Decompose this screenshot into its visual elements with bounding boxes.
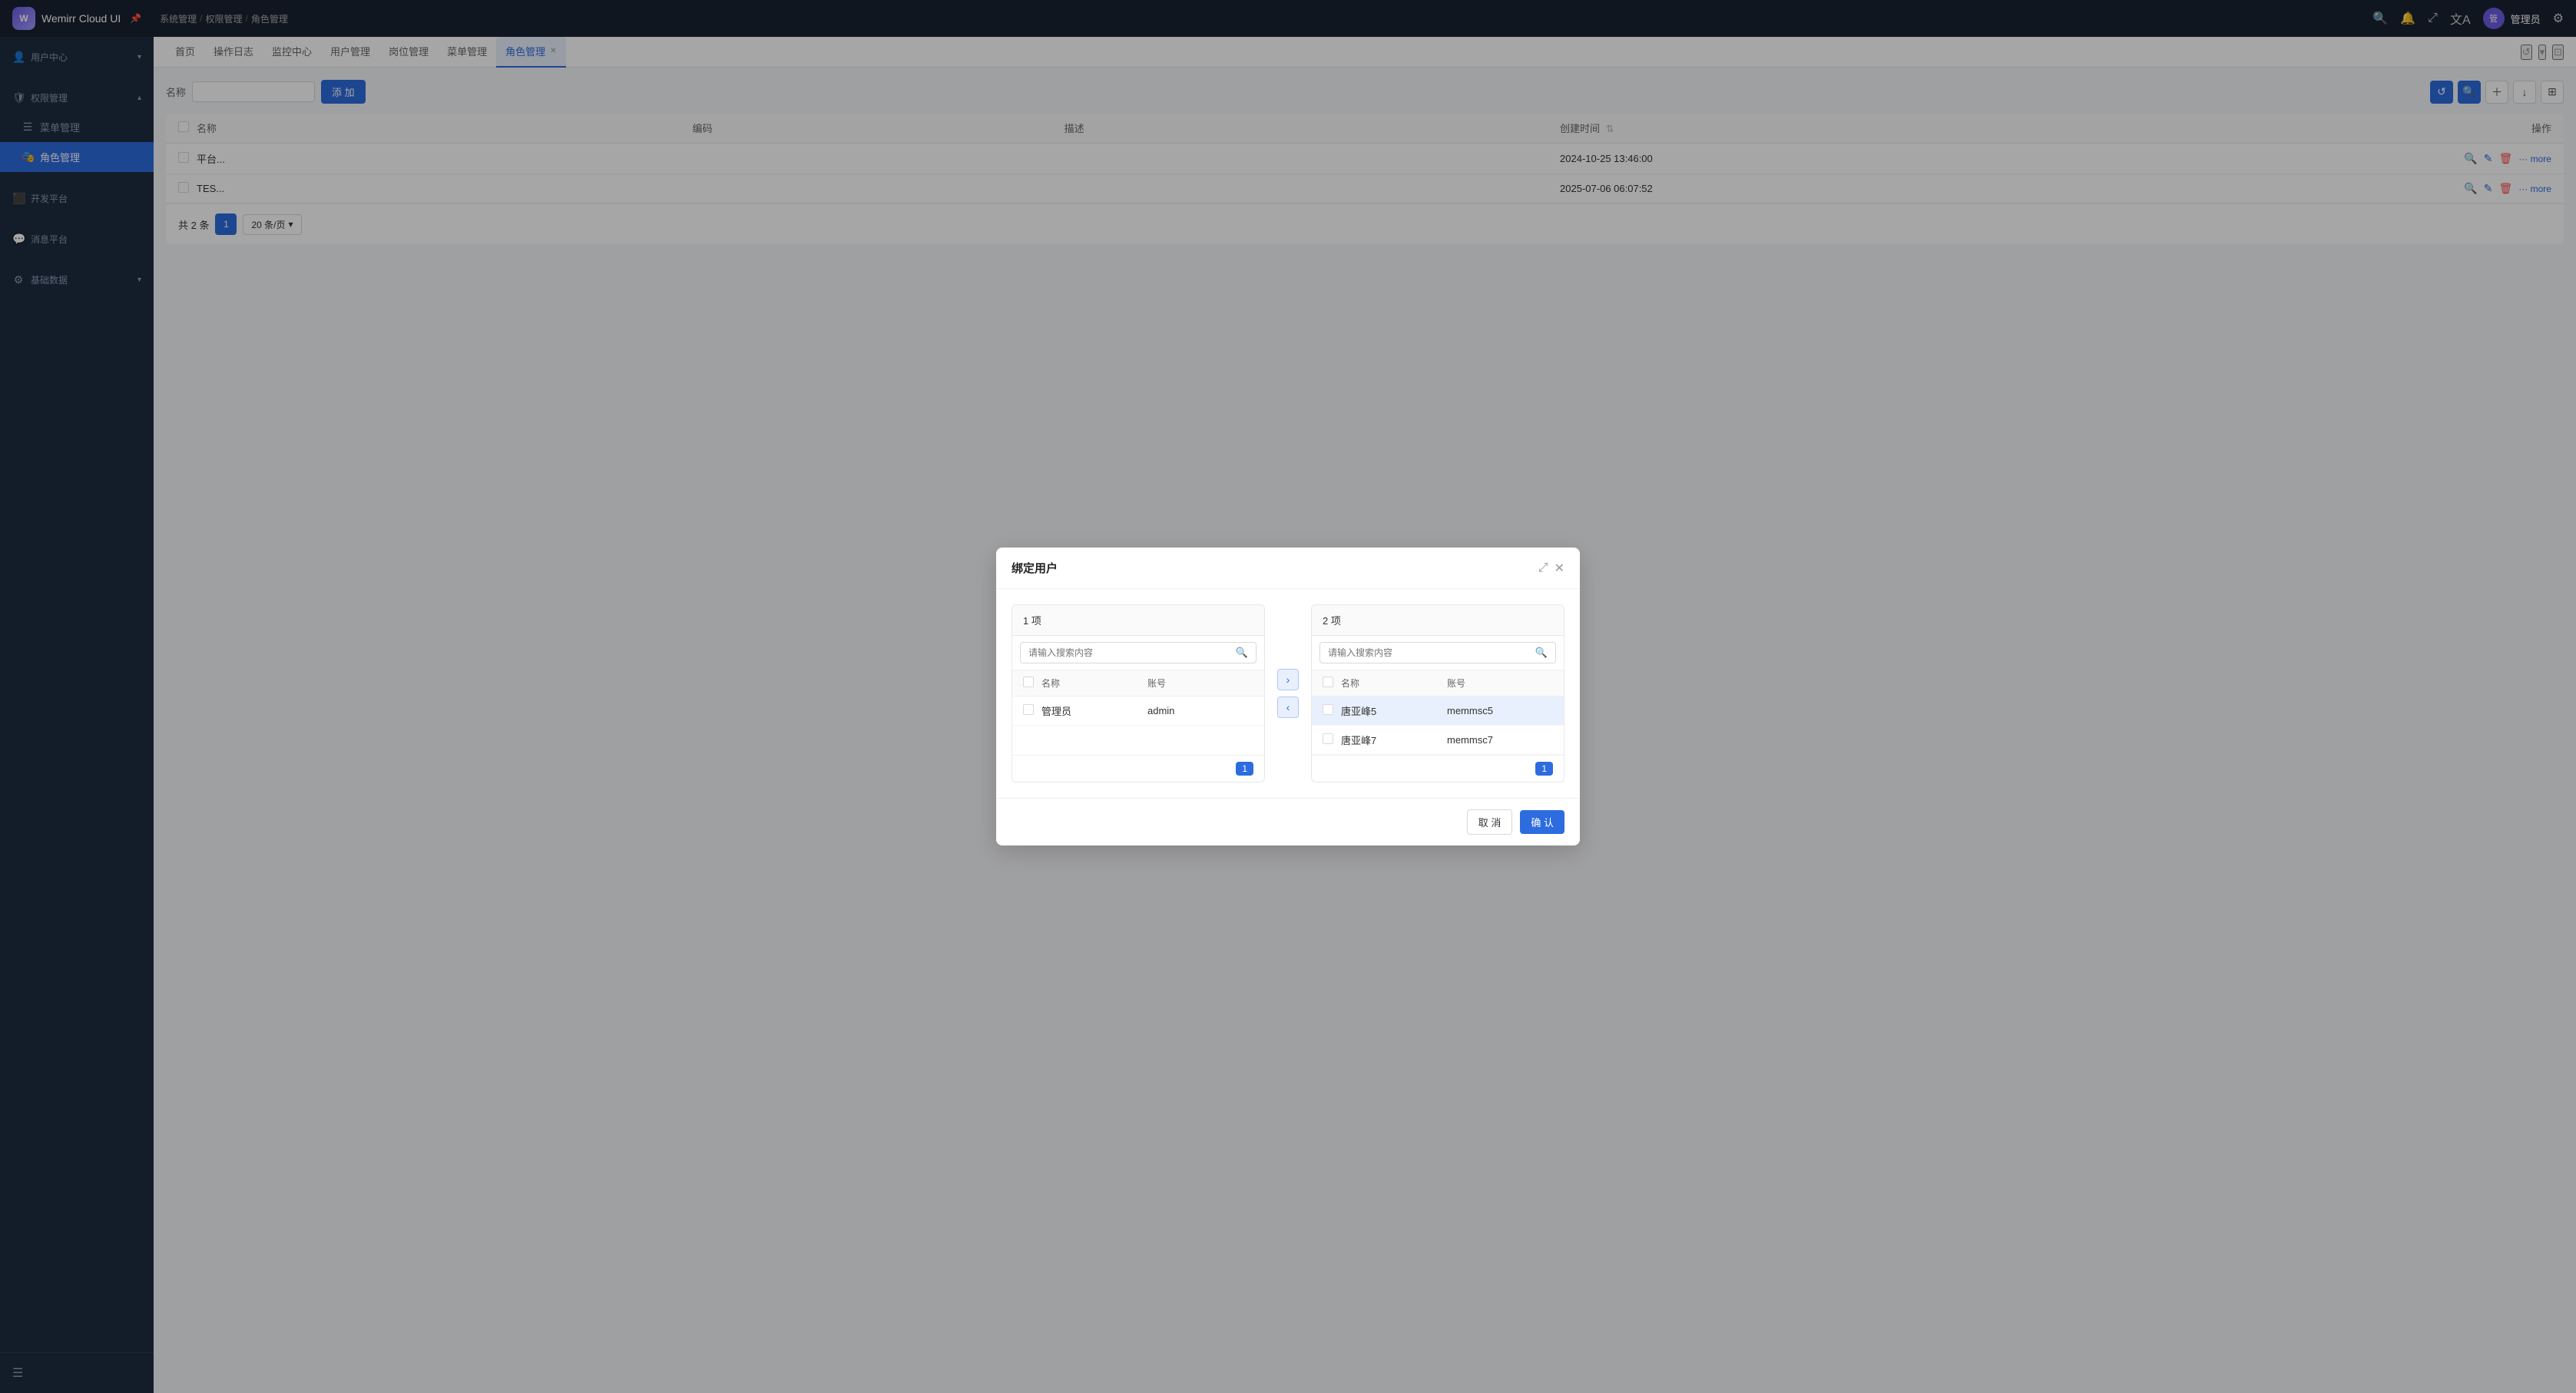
right-search-wrap: 🔍 — [1319, 642, 1556, 663]
right-row2-checkbox[interactable] — [1323, 733, 1333, 744]
left-panel-search: 🔍 — [1012, 636, 1264, 670]
bind-user-modal: 绑定用户 ⤢ ✕ 1 项 🔍 — [996, 548, 1580, 845]
cancel-button[interactable]: 取 消 — [1467, 809, 1513, 835]
right-row-2: 唐亚峰7 memmsc7 — [1312, 726, 1564, 755]
modal-footer: 取 消 确 认 — [996, 798, 1580, 845]
left-row-1: 管理员 admin — [1012, 696, 1264, 726]
right-count-label: 2 项 — [1323, 615, 1341, 627]
modal-body: 1 项 🔍 名称 账号 管理员 — [996, 589, 1580, 798]
right-row1-checkbox[interactable] — [1323, 704, 1333, 715]
transfer-right-panel: 2 项 🔍 名称 账号 唐亚峰5 — [1311, 604, 1564, 783]
modal-header-actions: ⤢ ✕ — [1538, 561, 1564, 576]
modal-title: 绑定用户 — [1012, 560, 1058, 576]
left-row1-account: admin — [1147, 705, 1253, 716]
left-count-label: 1 项 — [1023, 615, 1041, 627]
right-search-input[interactable] — [1328, 647, 1531, 658]
modal-overlay[interactable]: 绑定用户 ⤢ ✕ 1 项 🔍 — [0, 0, 2576, 1393]
right-select-all[interactable] — [1323, 677, 1333, 687]
transfer-panels: 1 项 🔍 名称 账号 管理员 — [1012, 604, 1564, 783]
right-panel-header: 2 项 — [1312, 605, 1564, 636]
right-table-header: 名称 账号 — [1312, 670, 1564, 696]
right-row2-name: 唐亚峰7 — [1341, 733, 1447, 747]
confirm-button[interactable]: 确 认 — [1520, 810, 1564, 834]
transfer-controls: › ‹ — [1277, 604, 1299, 783]
transfer-right-button[interactable]: › — [1277, 669, 1299, 690]
left-panel-footer: 1 — [1012, 755, 1264, 782]
left-col-account: 账号 — [1147, 677, 1253, 690]
right-search-icon: 🔍 — [1535, 647, 1548, 659]
left-search-wrap: 🔍 — [1020, 642, 1257, 663]
right-row-1: 唐亚峰5 memmsc5 — [1312, 696, 1564, 726]
left-table-header: 名称 账号 — [1012, 670, 1264, 696]
modal-header: 绑定用户 ⤢ ✕ — [996, 548, 1580, 589]
right-col-name: 名称 — [1341, 677, 1447, 690]
modal-expand-button[interactable]: ⤢ — [1538, 561, 1548, 576]
left-col-name: 名称 — [1041, 677, 1147, 690]
left-page-badge[interactable]: 1 — [1236, 762, 1253, 776]
right-panel-footer: 1 — [1312, 755, 1564, 782]
right-row1-account: memmsc5 — [1447, 705, 1553, 716]
left-row1-checkbox[interactable] — [1023, 704, 1034, 715]
right-row2-account: memmsc7 — [1447, 734, 1553, 746]
left-panel-header: 1 项 — [1012, 605, 1264, 636]
left-select-all[interactable] — [1023, 677, 1034, 687]
transfer-left-panel: 1 项 🔍 名称 账号 管理员 — [1012, 604, 1265, 783]
transfer-left-button[interactable]: ‹ — [1277, 696, 1299, 718]
left-row1-name: 管理员 — [1041, 703, 1147, 718]
right-col-account: 账号 — [1447, 677, 1553, 690]
right-page-badge[interactable]: 1 — [1535, 762, 1553, 776]
right-panel-search: 🔍 — [1312, 636, 1564, 670]
right-row1-name: 唐亚峰5 — [1341, 703, 1447, 718]
left-search-icon: 🔍 — [1236, 647, 1248, 659]
left-search-input[interactable] — [1028, 647, 1231, 658]
modal-close-button[interactable]: ✕ — [1555, 561, 1564, 576]
